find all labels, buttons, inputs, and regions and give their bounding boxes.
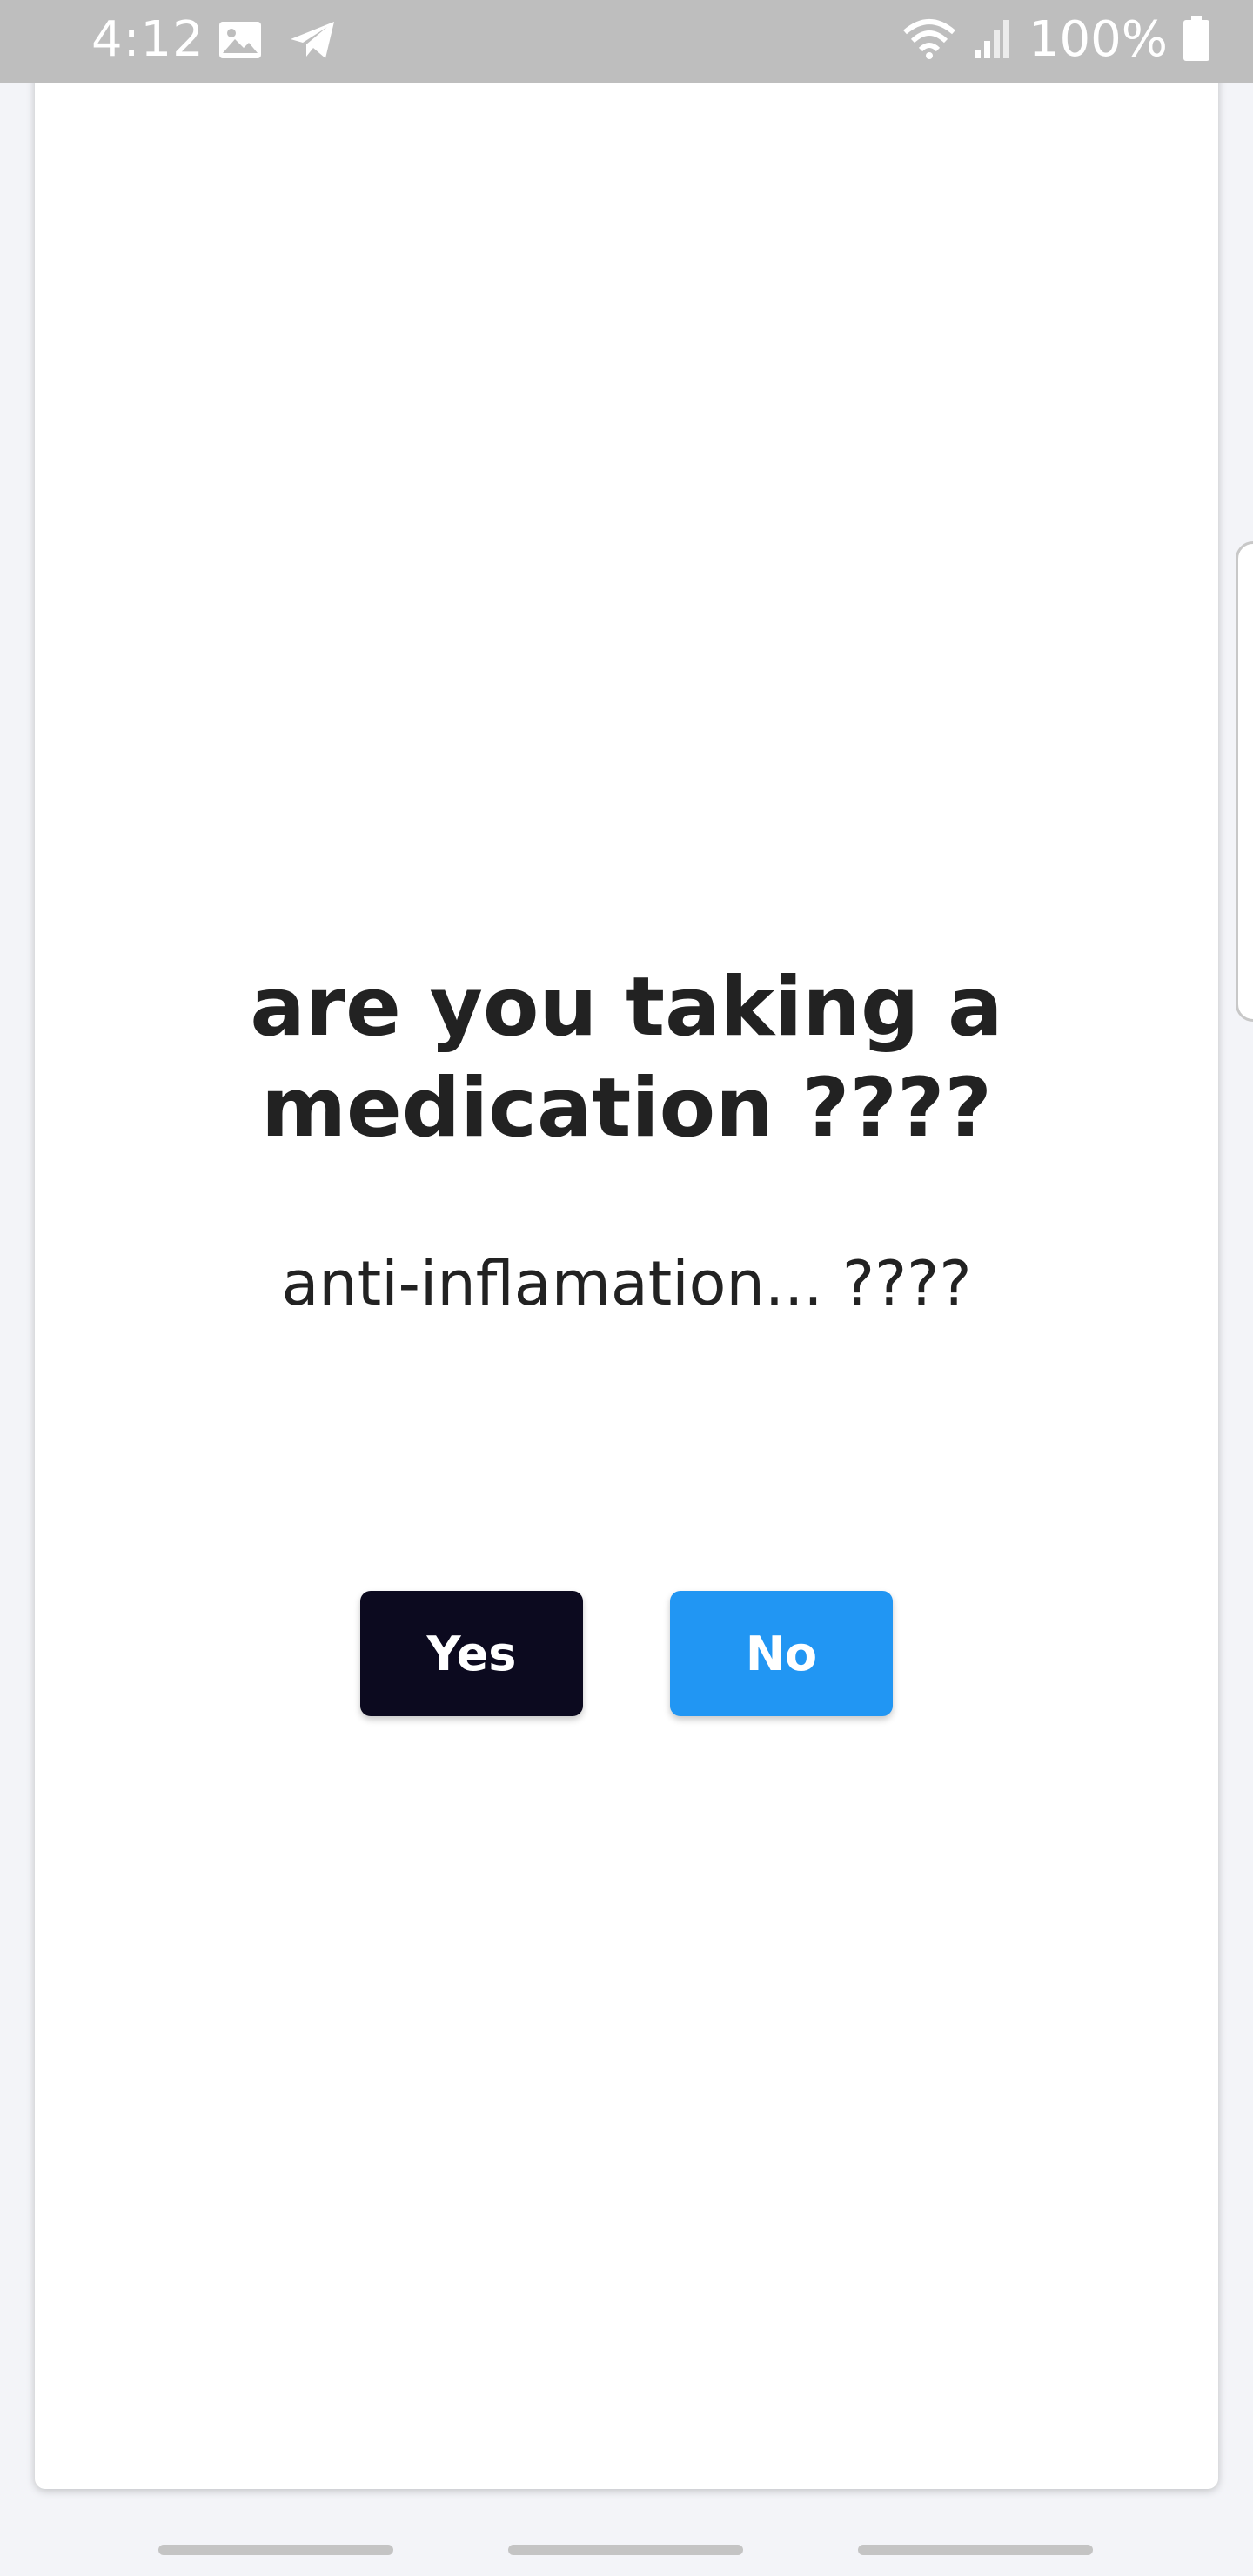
- battery-icon: [1183, 15, 1209, 65]
- question-subtitle: anti-inflamation... ????: [281, 1248, 972, 1319]
- status-time: 4:12: [91, 11, 204, 68]
- battery-percentage: 100%: [1028, 11, 1168, 68]
- navigation-bar: [0, 2522, 1253, 2576]
- image-icon: [218, 20, 263, 64]
- signal-icon: [973, 17, 1013, 64]
- status-notification-icons: [218, 17, 336, 66]
- nav-home-handle[interactable]: [508, 2545, 743, 2555]
- status-bar: 4:12 100%: [0, 0, 1253, 83]
- yes-button[interactable]: Yes: [360, 1591, 583, 1716]
- nav-recent-apps-handle[interactable]: [158, 2545, 393, 2555]
- wifi-icon: [901, 17, 957, 64]
- side-drawer-handle[interactable]: [1236, 541, 1253, 1022]
- status-right-group: 100%: [901, 12, 1209, 68]
- no-button[interactable]: No: [670, 1591, 893, 1716]
- telegram-icon: [289, 20, 336, 64]
- nav-back-handle[interactable]: [858, 2545, 1093, 2555]
- question-title: are you taking a medication ????: [250, 960, 1003, 1156]
